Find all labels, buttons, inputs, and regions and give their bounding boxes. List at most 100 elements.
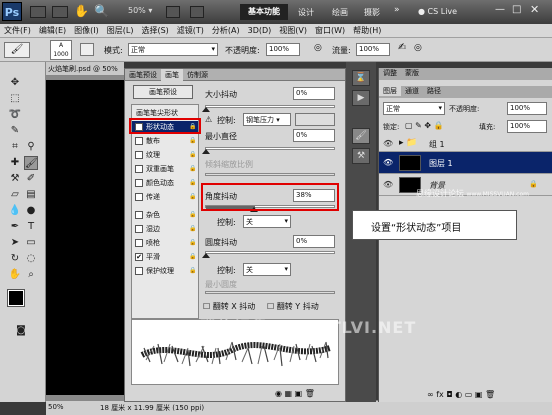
new-layer-icon[interactable]: ▣: [475, 390, 483, 399]
brush-option-texture[interactable]: 纹理 🔒: [132, 149, 198, 161]
quick-mask-icon[interactable]: ◙: [14, 324, 28, 338]
eraser-tool-icon[interactable]: ▱: [8, 188, 22, 202]
mode-select[interactable]: 正常 ▾: [128, 43, 218, 56]
brush-tool-icon[interactable]: 🖌: [24, 156, 38, 170]
lock-icon[interactable]: 🔒: [189, 253, 196, 260]
history-panel-icon[interactable]: ⌛: [352, 70, 370, 86]
brush-preset-picker[interactable]: A 1000: [50, 40, 72, 60]
texture-checkbox[interactable]: [135, 151, 143, 159]
clone-source-panel-icon[interactable]: ⚒: [352, 148, 370, 164]
tablet-pressure-size-icon[interactable]: ◎: [414, 43, 422, 53]
grid-view-icon[interactable]: ▦: [285, 389, 293, 398]
zoom-tool-icon[interactable]: ⌕: [24, 268, 38, 282]
layer-row-group-1[interactable]: 👁 ▸ 📁 组 1: [379, 136, 552, 152]
brush-option-scattering[interactable]: 散布 🔒: [132, 135, 198, 147]
pen-tool-icon[interactable]: ✒: [8, 220, 22, 234]
visibility-eye-icon[interactable]: 👁: [383, 180, 393, 190]
menu-view[interactable]: 视图(V): [275, 24, 311, 37]
flip-x-jitter-checkbox[interactable]: ☐ 翻转 X 抖动: [203, 301, 255, 312]
view-extras-icon[interactable]: [52, 6, 68, 18]
brush-option-noise[interactable]: 杂色 🔒: [132, 209, 198, 221]
lasso-tool-icon[interactable]: ➰: [8, 108, 22, 122]
min-diameter-input[interactable]: 0%: [293, 129, 335, 142]
transfer-checkbox[interactable]: [135, 193, 143, 201]
brush-panel-icon[interactable]: 🖌: [352, 128, 370, 144]
lock-icon[interactable]: 🔒: [189, 151, 196, 158]
dodge-tool-icon[interactable]: ●: [24, 204, 38, 218]
delete-brush-icon[interactable]: 🗑: [305, 389, 315, 398]
clone-stamp-tool-icon[interactable]: ⚒: [8, 172, 22, 186]
actions-panel-icon[interactable]: ▶: [352, 90, 370, 106]
layer-opacity-input[interactable]: 100%: [507, 102, 547, 115]
menu-file[interactable]: 文件(F): [0, 24, 35, 37]
link-layers-icon[interactable]: ∞: [427, 390, 434, 399]
lock-icon[interactable]: 🔒: [189, 211, 196, 218]
hand-tool-icon[interactable]: ✋: [74, 4, 89, 18]
move-tool-icon[interactable]: ✥: [8, 76, 22, 90]
menu-select[interactable]: 选择(S): [137, 24, 172, 37]
color-dynamics-checkbox[interactable]: [135, 179, 143, 187]
min-diameter-slider[interactable]: [205, 147, 335, 150]
hand-tool-icon[interactable]: ✋: [8, 268, 22, 282]
gradient-tool-icon[interactable]: ▤: [24, 188, 38, 202]
menu-image[interactable]: 图像(I): [70, 24, 103, 37]
smoothing-checkbox[interactable]: ✔: [135, 253, 143, 261]
toggle-live-tip-icon[interactable]: ◉: [275, 389, 282, 398]
lock-icon[interactable]: 🔒: [189, 239, 196, 246]
lock-icon[interactable]: 🔒: [189, 267, 196, 274]
menu-help[interactable]: 帮助(H): [349, 24, 385, 37]
size-jitter-input[interactable]: 0%: [293, 87, 335, 100]
airbrush-icon[interactable]: ✍: [398, 42, 406, 53]
eyedropper-tool-icon[interactable]: ⚲: [24, 140, 38, 154]
workspace-photography-button[interactable]: 摄影: [364, 7, 380, 18]
tablet-pressure-opacity-icon[interactable]: ◎: [314, 43, 328, 57]
brush-option-protect-texture[interactable]: 保护纹理 🔒: [132, 265, 198, 277]
wet-edges-checkbox[interactable]: [135, 225, 143, 233]
visibility-eye-icon[interactable]: 👁: [383, 158, 393, 168]
menu-filter[interactable]: 滤镜(T): [173, 24, 208, 37]
workspace-design-button[interactable]: 设计: [298, 7, 314, 18]
menu-window[interactable]: 窗口(W): [311, 24, 349, 37]
quick-selection-tool-icon[interactable]: ✎: [8, 124, 22, 138]
new-brush-icon[interactable]: ▣: [295, 389, 303, 398]
menu-analysis[interactable]: 分析(A): [208, 24, 244, 37]
roundness-control-select[interactable]: 关 ▾: [243, 263, 291, 276]
lock-icon[interactable]: 🔒: [189, 137, 196, 144]
flow-input[interactable]: 100%: [356, 43, 390, 56]
size-jitter-handle[interactable]: [202, 107, 210, 112]
lock-icon[interactable]: 🔒: [189, 225, 196, 232]
brush-option-smoothing[interactable]: ✔ 平滑 🔒: [132, 251, 198, 263]
flip-y-jitter-checkbox[interactable]: ☐ 翻转 Y 抖动: [267, 301, 319, 312]
tab-brush[interactable]: 画笔: [161, 69, 183, 81]
adjustment-layer-icon[interactable]: ◐: [455, 390, 462, 399]
roundness-jitter-input[interactable]: 0%: [293, 235, 335, 248]
zoom-level-select[interactable]: 50% ▾: [128, 6, 152, 15]
status-zoom[interactable]: 50%: [48, 403, 64, 411]
layer-row-layer-1[interactable]: 👁 图层 1: [379, 152, 552, 174]
add-mask-icon[interactable]: ◘: [446, 390, 452, 399]
brush-option-dual-brush[interactable]: 双重画笔 🔒: [132, 163, 198, 175]
lock-icons[interactable]: ▢ ✎ ✥ 🔒: [405, 121, 444, 130]
marquee-tool-icon[interactable]: ⬚: [8, 92, 22, 106]
cs-live-button[interactable]: ● CS Live: [418, 7, 457, 16]
tab-brush-presets[interactable]: 画笔预设: [125, 69, 161, 81]
path-selection-tool-icon[interactable]: ➤: [8, 236, 22, 250]
minimize-icon[interactable]: —: [495, 4, 505, 15]
tab-layers[interactable]: 图层: [379, 86, 401, 96]
type-tool-icon[interactable]: T: [24, 220, 38, 234]
angle-control-select[interactable]: 关 ▾: [243, 215, 291, 228]
size-jitter-slider[interactable]: [205, 105, 335, 108]
arrange-documents-icon[interactable]: [166, 6, 180, 18]
opacity-input[interactable]: 100%: [266, 43, 300, 56]
history-brush-tool-icon[interactable]: ✐: [24, 172, 38, 186]
protect-texture-checkbox[interactable]: [135, 267, 143, 275]
lock-icon[interactable]: 🔒: [189, 193, 196, 200]
min-diameter-handle[interactable]: [202, 149, 210, 154]
tab-clone-source[interactable]: 仿制源: [183, 69, 212, 81]
brush-option-transfer[interactable]: 传递 🔒: [132, 191, 198, 203]
visibility-eye-icon[interactable]: 👁: [383, 139, 393, 149]
size-control-select[interactable]: 钢笔压力 ▾: [243, 113, 291, 126]
maximize-icon[interactable]: □: [512, 4, 521, 15]
tab-masks[interactable]: 蒙版: [401, 68, 423, 78]
menu-layer[interactable]: 图层(L): [103, 24, 138, 37]
